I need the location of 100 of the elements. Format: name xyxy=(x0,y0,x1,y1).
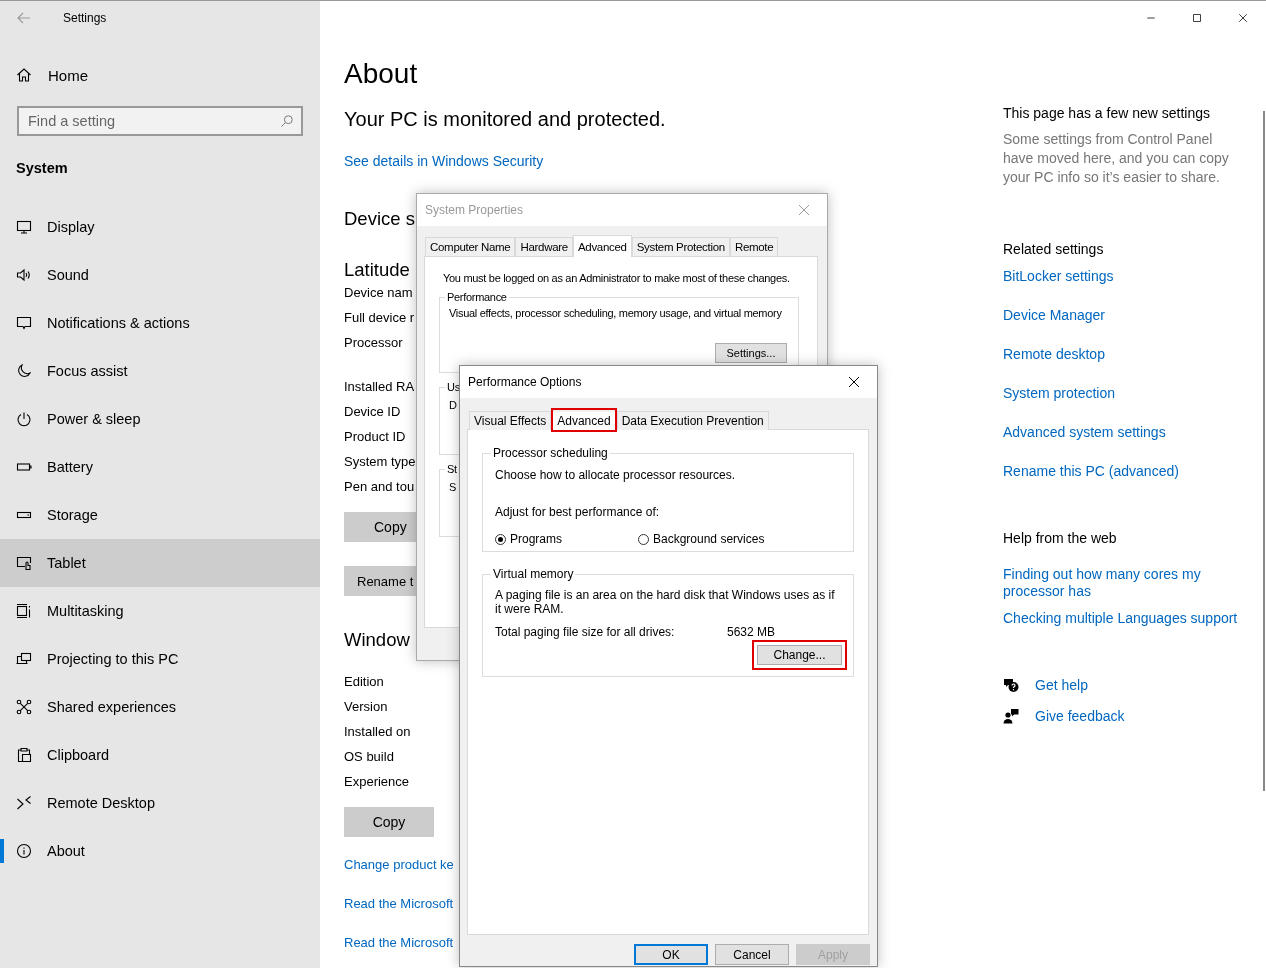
close-icon xyxy=(798,204,810,216)
sidebar-item[interactable]: Tablet xyxy=(0,539,320,587)
link[interactable]: Rename this PC (advanced) xyxy=(1003,461,1179,481)
sidebar-item[interactable]: Notifications & actions xyxy=(0,299,320,347)
group-description: S xyxy=(449,481,458,493)
spec-label: Processor xyxy=(344,334,403,352)
tab[interactable]: Computer Name xyxy=(425,237,516,256)
link[interactable]: Advanced system settings xyxy=(1003,422,1166,442)
device-model: Latitude xyxy=(344,258,410,282)
link[interactable]: Remote desktop xyxy=(1003,344,1105,364)
tab[interactable]: Advanced xyxy=(553,412,615,430)
dialog-button[interactable]: Cancel xyxy=(715,944,789,965)
link[interactable]: Change product ke xyxy=(344,855,454,875)
sidebar-item[interactable]: About xyxy=(0,827,320,875)
home-item[interactable]: Home xyxy=(0,51,320,99)
clipboard-icon xyxy=(16,747,32,763)
spec-label: Edition xyxy=(344,673,384,691)
section-heading: Window xyxy=(344,628,410,652)
radio-button[interactable] xyxy=(495,533,506,545)
spec-label: Full device r xyxy=(344,309,415,327)
group-description: Visual effects, processor scheduling, memory usage, and virtual memory xyxy=(449,307,783,319)
link[interactable]: Give feedback xyxy=(1035,706,1125,726)
link[interactable]: System protection xyxy=(1003,383,1116,403)
link[interactable]: BitLocker settings xyxy=(1003,266,1114,286)
copy-button[interactable]: Copy xyxy=(344,512,416,542)
radio-label[interactable]: Programs xyxy=(510,532,562,546)
spec-label: Installed on xyxy=(344,723,411,741)
monitor-icon xyxy=(16,219,32,235)
network-icon xyxy=(16,699,32,715)
sidebar-item[interactable]: Clipboard xyxy=(0,731,320,779)
back-arrow-icon xyxy=(16,10,32,26)
link[interactable]: Get help xyxy=(1035,675,1088,695)
person-feedback-icon xyxy=(1003,708,1019,724)
group-title: Virtual memory xyxy=(492,567,575,581)
spec-label: Experience xyxy=(344,773,410,791)
spec-label: Version xyxy=(344,698,388,716)
section-heading: Device s xyxy=(344,207,415,231)
spec-label: OS build xyxy=(344,748,394,766)
sidebar-item[interactable]: Multitasking xyxy=(0,587,320,635)
speech-bubble-icon xyxy=(16,315,32,331)
page-title: About xyxy=(344,57,418,91)
dialog-title: System Properties xyxy=(425,203,524,217)
group-title: Performance xyxy=(446,291,508,303)
radio-button[interactable] xyxy=(638,533,649,545)
info-text: Some settings from Control Panel have moved here, and you can copy your PC info so it’s easier to share. xyxy=(1003,130,1230,187)
window-title: Settings xyxy=(63,11,107,25)
change-button[interactable]: Change... xyxy=(757,645,842,665)
total-value: 5632 MB xyxy=(727,624,776,640)
search-field[interactable]: Find a setting xyxy=(17,106,303,136)
spec-label: System type xyxy=(344,453,416,471)
link[interactable]: Read the Microsoft xyxy=(344,894,454,914)
settings-button[interactable]: Settings... xyxy=(715,343,787,363)
link[interactable]: Checking multiple Languages support xyxy=(1003,610,1253,627)
copy-button[interactable]: Copy xyxy=(344,807,434,837)
radio-label[interactable]: Background services xyxy=(653,532,765,546)
sidebar-item[interactable]: Power & sleep xyxy=(0,395,320,443)
sidebar-item[interactable]: Storage xyxy=(0,491,320,539)
group-description: A paging file is an area on the hard disk that Windows uses as if it were RAM. xyxy=(495,588,836,616)
link[interactable]: Finding out how many cores my processor has xyxy=(1003,566,1253,600)
sidebar-item[interactable]: Shared experiences xyxy=(0,683,320,731)
security-link[interactable]: See details in Windows Security xyxy=(344,151,544,171)
sidebar-item[interactable]: Focus assist xyxy=(0,347,320,395)
dialog-button[interactable]: OK xyxy=(634,944,708,965)
close-icon xyxy=(1237,12,1249,24)
group-description: Choose how to allocate processor resources. xyxy=(495,467,737,483)
link[interactable]: Read the Microsoft xyxy=(344,933,454,953)
info-icon xyxy=(16,843,32,859)
tab[interactable]: Data Execution Prevention xyxy=(616,411,769,430)
moon-icon xyxy=(16,363,32,379)
rename-button[interactable]: Rename t xyxy=(344,566,416,596)
tab[interactable]: Advanced xyxy=(572,235,632,257)
spec-label: Installed RA xyxy=(344,378,415,396)
group-description: D xyxy=(449,399,458,411)
maximize-icon xyxy=(1191,12,1203,24)
spec-label: Device ID xyxy=(344,403,401,421)
sidebar-item[interactable]: Sound xyxy=(0,251,320,299)
tab[interactable]: System Protection xyxy=(631,237,730,256)
close-icon xyxy=(848,376,860,388)
scrollbar[interactable] xyxy=(1263,111,1265,791)
search-icon xyxy=(280,114,294,128)
spec-label: Product ID xyxy=(344,428,406,446)
sidebar-item[interactable]: Display xyxy=(0,203,320,251)
help-bubble-icon xyxy=(1003,677,1019,693)
sidebar-item[interactable]: Battery xyxy=(0,443,320,491)
power-icon xyxy=(16,411,32,427)
screens-icon xyxy=(16,651,32,667)
protection-status: Your PC is monitored and protected. xyxy=(344,107,666,132)
total-label: Total paging file size for all drives: xyxy=(495,624,676,640)
tablet-icon xyxy=(16,555,32,571)
notice-text: You must be logged on as an Administrator to make most of these changes. xyxy=(442,271,791,286)
tab[interactable]: Hardware xyxy=(515,237,573,256)
group-title: St xyxy=(446,463,458,475)
prompt-text: Adjust for best performance of: xyxy=(495,504,661,520)
tab[interactable]: Remote xyxy=(729,237,779,256)
sidebar-item[interactable]: Projecting to this PC xyxy=(0,635,320,683)
home-icon xyxy=(16,67,32,83)
link[interactable]: Device Manager xyxy=(1003,305,1105,325)
layout-icon xyxy=(16,603,32,619)
sidebar-item[interactable]: Remote Desktop xyxy=(0,779,320,827)
tab[interactable]: Visual Effects xyxy=(469,411,552,430)
